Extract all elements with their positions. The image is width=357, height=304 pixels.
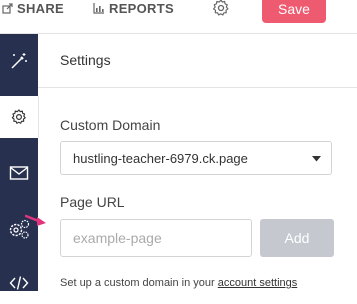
share-label: SHARE (17, 0, 65, 16)
save-button[interactable]: Save (262, 0, 326, 23)
magic-wand-icon (11, 53, 27, 69)
settings-title: Settings (60, 52, 111, 68)
sidebar (0, 34, 39, 291)
custom-domain-select[interactable]: hustling-teacher-6979.ck.page (60, 141, 332, 175)
page-url-label: Page URL (60, 194, 125, 210)
help-text-prefix: Set up a custom domain in your (60, 277, 218, 289)
reports-tab[interactable]: REPORTS (93, 0, 174, 16)
page-url-placeholder: example-page (73, 230, 162, 246)
help-text: Set up a custom domain in your account s… (60, 277, 297, 289)
code-icon (9, 276, 29, 290)
page-url-input[interactable]: example-page (60, 219, 252, 257)
account-settings-link[interactable]: account settings (218, 277, 298, 289)
settings-panel: Settings Custom Domain hustling-teacher-… (38, 34, 357, 291)
share-icon (2, 2, 13, 14)
custom-domain-label: Custom Domain (60, 117, 161, 133)
envelope-icon (9, 166, 29, 180)
reports-label: REPORTS (109, 0, 174, 16)
share-tab[interactable]: SHARE (2, 0, 64, 16)
settings-gear-button[interactable] (211, 0, 231, 18)
bar-chart-icon (93, 2, 104, 14)
sidebar-item-settings[interactable] (0, 96, 39, 138)
pointer-arrow-icon (25, 214, 46, 226)
chevron-down-icon (312, 156, 321, 162)
custom-domain-value: hustling-teacher-6979.ck.page (73, 150, 248, 166)
gear-icon (213, 0, 229, 16)
top-toolbar: SHARE REPORTS Save (0, 0, 357, 34)
sidebar-item-code[interactable] (0, 262, 38, 304)
sidebar-item-design[interactable] (0, 40, 38, 82)
sidebar-item-email[interactable] (0, 152, 38, 194)
divider (38, 87, 357, 88)
add-button[interactable]: Add (260, 219, 334, 257)
gear-icon (11, 109, 26, 124)
